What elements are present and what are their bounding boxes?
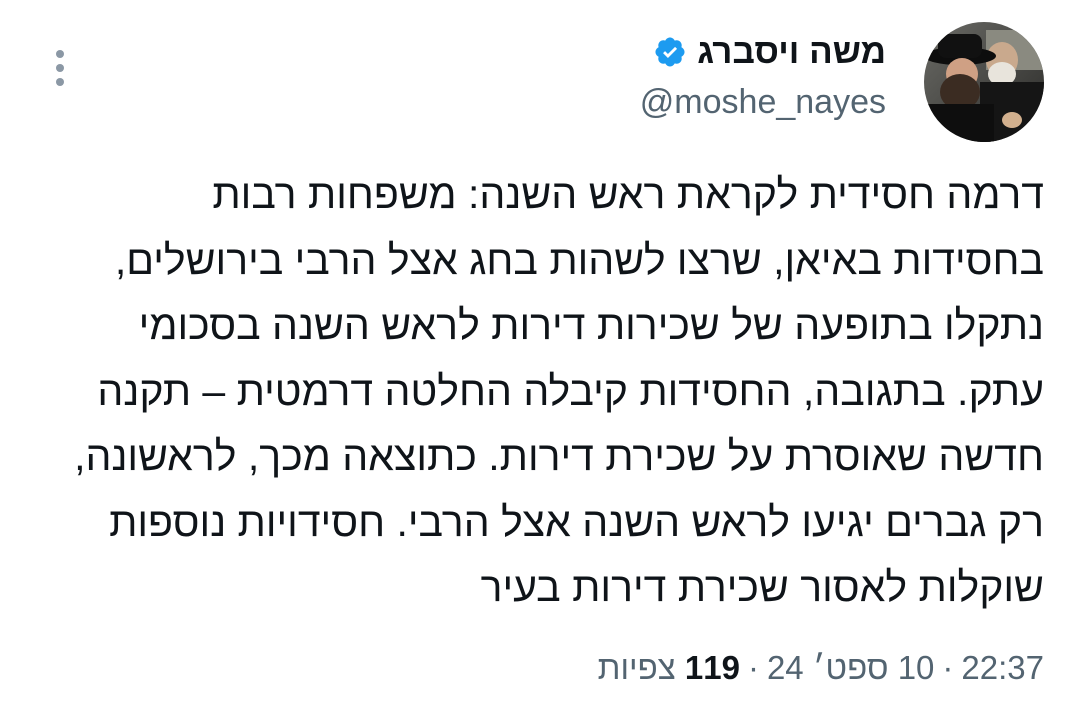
tweet-text: דרמה חסידית לקראת ראש השנה: משפחות רבות … bbox=[74, 171, 1044, 610]
meta-separator: · bbox=[942, 649, 954, 686]
views-count: 119 bbox=[684, 649, 740, 686]
author-handle[interactable]: @moshe_nayes bbox=[640, 80, 886, 124]
name-row: משה ויסברג bbox=[640, 30, 886, 74]
tweet-card: משה ויסברג @moshe_nayes דרמה חסידית לקרא… bbox=[0, 0, 1080, 706]
avatar[interactable] bbox=[924, 22, 1044, 142]
views-label: צפיות bbox=[597, 649, 676, 686]
verified-badge-icon bbox=[653, 35, 687, 69]
author-block: משה ויסברג @moshe_nayes bbox=[640, 30, 886, 124]
more-options-icon[interactable] bbox=[48, 46, 72, 90]
tweet-date[interactable]: 10 ספט׳ 24 bbox=[767, 649, 934, 686]
tweet-meta: 22:37·10 ספט׳ 24·119 צפיות bbox=[598, 646, 1044, 690]
tweet-time[interactable]: 22:37 bbox=[961, 649, 1044, 686]
author-display-name[interactable]: משה ויסברג bbox=[697, 30, 886, 74]
meta-separator: · bbox=[747, 649, 759, 686]
